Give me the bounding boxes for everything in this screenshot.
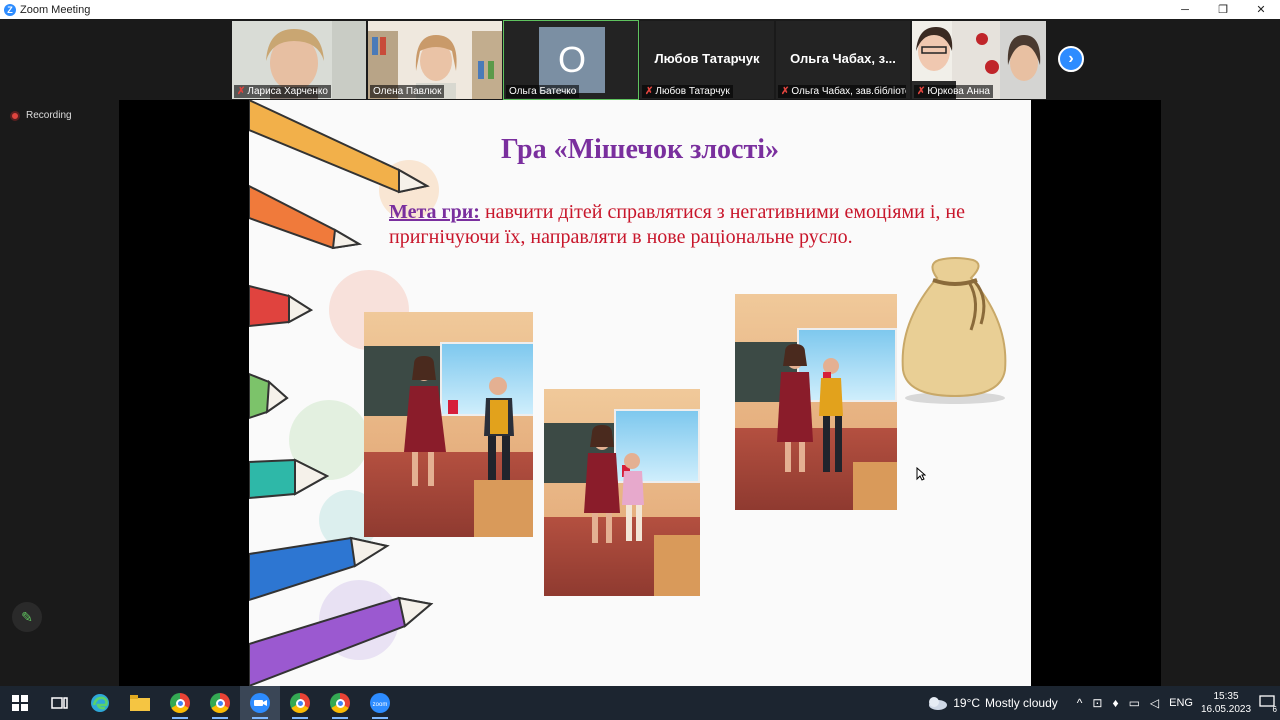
- mouse-cursor-icon: [916, 467, 926, 481]
- clock-date: 16.05.2023: [1200, 704, 1252, 715]
- volume-icon[interactable]: ◁: [1150, 696, 1159, 710]
- participant-name: Олена Павлюк: [373, 86, 442, 97]
- notification-count: 6: [1272, 704, 1277, 714]
- participant-name: Юркова Анна: [927, 86, 990, 97]
- notification-center-icon[interactable]: 6: [1259, 694, 1277, 714]
- participant-tile-active-speaker[interactable]: О Ольга Батечко: [503, 20, 639, 100]
- participant-tile[interactable]: Любов Татарчук ✗ Любов Татарчук: [640, 21, 774, 99]
- participant-name: Ольга Чабах, зав.бібліотекою: [791, 86, 906, 97]
- minimize-button[interactable]: ─: [1166, 0, 1204, 19]
- edge-browser-icon[interactable]: [80, 686, 120, 720]
- participant-strip: ✗ Лариса Харченко Олена Павлюк О Ольга Б…: [232, 20, 1046, 100]
- participant-name-tag: ✗ Лариса Харченко: [234, 85, 331, 98]
- system-clock[interactable]: 15:35 16.05.2023: [1198, 690, 1254, 716]
- participant-display-name: Любов Татарчук: [654, 51, 760, 66]
- window-controls: ─ ❐ ✕: [1166, 0, 1280, 19]
- microphone-icon[interactable]: ♦: [1112, 696, 1118, 710]
- close-button[interactable]: ✕: [1242, 0, 1280, 19]
- sack-image: [901, 257, 1007, 404]
- system-tray: 19°C Mostly cloudy ^ ⊡ ♦ ▭ ◁ ENG 15:35 1…: [926, 686, 1280, 720]
- participant-name: Ольга Батечко: [509, 86, 577, 97]
- participant-name-tag: Олена Павлюк: [370, 85, 445, 98]
- shared-slide: Гра «Мішечок злості» Мета гри: навчити д…: [249, 100, 1031, 686]
- participant-tile[interactable]: ✗ Юркова Анна: [912, 21, 1046, 99]
- chrome-profile-icon[interactable]: [200, 686, 240, 720]
- recording-indicator[interactable]: Recording: [10, 110, 72, 121]
- participant-display-name: Ольга Чабах, з...: [790, 51, 896, 66]
- mic-muted-icon: ✗: [645, 86, 654, 97]
- slide-goal-text: Мета гри: навчити дітей справлятися з не…: [389, 200, 1019, 250]
- chrome-icon[interactable]: [160, 686, 200, 720]
- weather-cloud-icon: [929, 697, 948, 710]
- participant-tile[interactable]: Ольга Чабах, з... ✗ Ольга Чабах, зав.біб…: [776, 21, 910, 99]
- window-title: Zoom Meeting: [20, 3, 91, 16]
- annotate-pencil-icon[interactable]: ✎: [12, 602, 42, 632]
- next-participants-button[interactable]: ›: [1058, 46, 1084, 72]
- clock-time: 15:35: [1213, 691, 1239, 702]
- participant-name-tag: ✗ Ольга Чабах, зав.бібліотекою: [778, 85, 906, 98]
- participant-name: Любов Татарчук: [655, 86, 730, 97]
- file-explorer-icon[interactable]: [120, 686, 160, 720]
- slide-photo-1: [364, 312, 533, 537]
- task-view-icon[interactable]: [40, 686, 80, 720]
- slide-photo-2: [544, 389, 700, 596]
- participant-name: Лариса Харченко: [247, 86, 328, 97]
- participant-tile[interactable]: ✗ Лариса Харченко: [232, 21, 366, 99]
- maximize-button[interactable]: ❐: [1204, 0, 1242, 19]
- participant-name-tag: Ольга Батечко: [506, 85, 580, 98]
- chrome-profile-2-icon[interactable]: [280, 686, 320, 720]
- slide-title: Гра «Мішечок злості»: [500, 134, 780, 165]
- zoom-logo-icon: Z: [4, 3, 16, 16]
- participant-tile[interactable]: Олена Павлюк: [368, 21, 502, 99]
- weather-condition[interactable]: Mostly cloudy: [985, 696, 1058, 710]
- language-indicator[interactable]: ENG: [1169, 697, 1193, 709]
- battery-icon[interactable]: ▭: [1129, 696, 1140, 710]
- weather-temp[interactable]: 19°C: [953, 696, 980, 710]
- chrome-profile-3-icon[interactable]: [320, 686, 360, 720]
- recording-dot-icon: [10, 110, 20, 121]
- windows-taskbar: zoom 19°C Mostly cloudy ^ ⊡ ♦ ▭ ◁ ENG 15…: [0, 686, 1280, 720]
- slide-photo-3: [735, 294, 897, 510]
- window-titlebar: Z Zoom Meeting ─ ❐ ✕: [0, 0, 1280, 19]
- participant-avatar: О: [539, 27, 605, 93]
- zoom-meeting-taskbar-icon[interactable]: [240, 686, 280, 720]
- participant-name-tag: ✗ Любов Татарчук: [642, 85, 733, 98]
- show-hidden-icons-icon[interactable]: ^: [1077, 696, 1083, 710]
- svg-text:zoom: zoom: [373, 702, 388, 708]
- mic-muted-icon: ✗: [917, 86, 926, 97]
- participant-name-tag: ✗ Юркова Анна: [914, 85, 993, 98]
- slide-goal-label: Мета гри:: [389, 201, 480, 223]
- recording-label: Recording: [26, 110, 72, 121]
- mic-muted-icon: ✗: [237, 86, 246, 97]
- mic-muted-icon: ✗: [781, 86, 790, 97]
- windows-start-icon[interactable]: [0, 686, 40, 720]
- zoom-app-icon[interactable]: zoom: [360, 686, 400, 720]
- network-icon[interactable]: ⊡: [1092, 696, 1102, 710]
